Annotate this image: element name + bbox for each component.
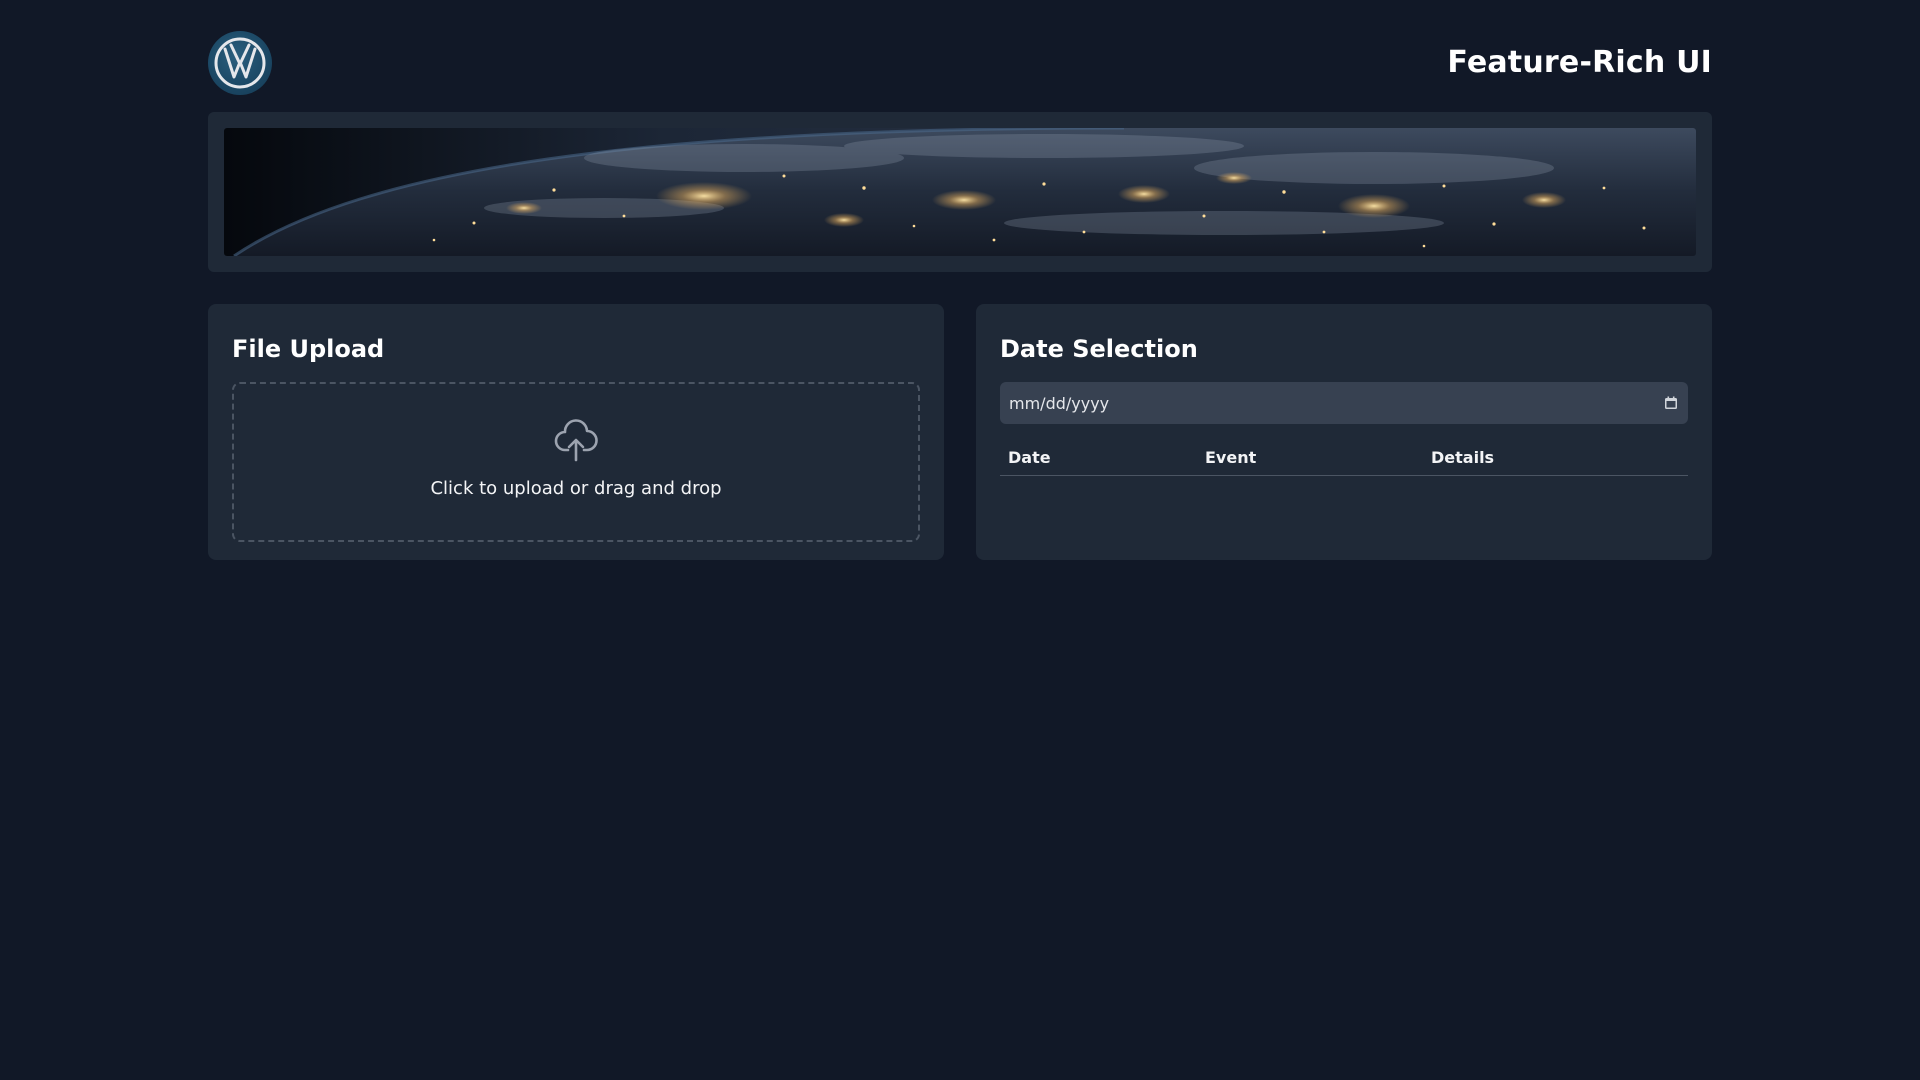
app-container: Feature-Rich UI File Upload Click to upl… (208, 0, 1712, 560)
logo[interactable] (208, 31, 272, 95)
column-header-date: Date (1000, 442, 1197, 476)
cloud-upload-icon (554, 419, 598, 462)
column-header-event: Event (1197, 442, 1423, 476)
upload-dropzone[interactable]: Click to upload or drag and drop (232, 382, 920, 542)
calendar-icon[interactable] (1664, 396, 1678, 410)
page-header: Feature-Rich UI (208, 0, 1712, 126)
upload-prompt: Click to upload or drag and drop (430, 478, 722, 499)
date-input-placeholder: mm/dd/yyyy (1009, 393, 1110, 413)
page-title: Feature-Rich UI (1447, 45, 1712, 80)
date-input[interactable]: mm/dd/yyyy (1000, 382, 1688, 424)
banner-card (208, 112, 1712, 272)
file-upload-title: File Upload (232, 335, 385, 363)
vw-logo-icon (214, 37, 266, 89)
file-upload-card: File Upload Click to upload or drag and … (208, 304, 944, 560)
events-table: Date Event Details (1000, 442, 1688, 476)
date-selection-card: Date Selection mm/dd/yyyy Date Event Det… (976, 304, 1712, 560)
column-header-details: Details (1423, 442, 1688, 476)
table-header-row: Date Event Details (1000, 442, 1688, 476)
date-selection-title: Date Selection (1000, 335, 1198, 363)
earth-at-night-banner (224, 128, 1696, 256)
